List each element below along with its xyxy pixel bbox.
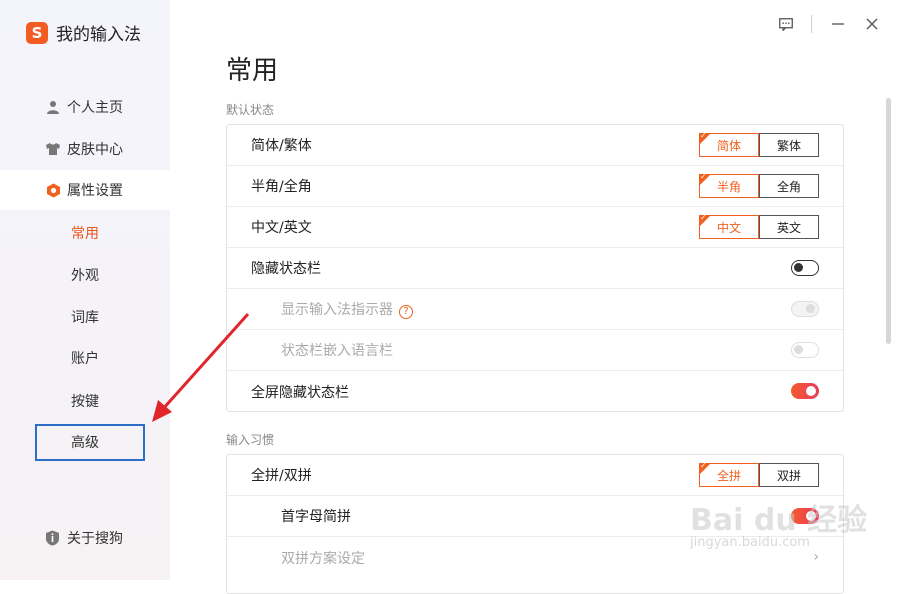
segment-option-chinese[interactable]: 中文 [699,213,759,239]
setting-row: 隐藏状态栏 [227,248,843,289]
chevron-right-icon: › [813,549,819,565]
sidebar-item-skins[interactable]: 皮肤中心 [0,129,170,169]
setting-row: 全屏隐藏状态栏 [227,371,843,412]
divider [811,15,812,33]
sidebar-subitem-common[interactable]: 常用 [0,215,170,251]
indicator-toggle[interactable] [791,301,819,317]
hide-statusbar-toggle[interactable] [791,260,819,276]
about-label: 关于搜狗 [67,531,123,547]
setting-label: 显示输入法指示器? [281,299,413,319]
setting-row: 中文/英文 中文 英文 [227,207,843,248]
toggle-knob [806,386,816,396]
scrollbar[interactable] [886,98,891,344]
toggle-knob [794,263,803,272]
segment-option-simplified[interactable]: 简体 [699,131,759,157]
setting-label: 半角/全角 [251,179,312,195]
fullscreen-hide-toggle[interactable] [791,383,819,399]
sidebar-item-label: 个人主页 [67,100,123,116]
watermark-url: jingyan.baidu.com [690,535,810,550]
toggle-knob [794,345,803,354]
setting-label: 首字母简拼 [281,509,351,525]
watermark: Bai du 经验 [690,503,868,538]
close-icon[interactable] [862,14,882,34]
setting-label: 状态栏嵌入语言栏 [281,343,393,359]
app-title: 我的输入法 [56,25,141,45]
sidebar-item-label: 皮肤中心 [67,142,123,158]
segment-option-halfwidth[interactable]: 半角 [699,172,759,198]
sidebar-item-profile[interactable]: 个人主页 [0,87,170,127]
setting-row: 全拼/双拼 全拼 双拼 [227,455,843,496]
segment-option-english[interactable]: 英文 [759,215,819,239]
setting-label-text: 显示输入法指示器 [281,302,393,318]
setting-row: 显示输入法指示器? [227,289,843,330]
section-label-default-state: 默认状态 [226,103,275,117]
minimize-icon[interactable] [828,14,848,34]
setting-label: 全拼/双拼 [251,468,312,484]
sidebar-item-settings[interactable]: 属性设置 [0,170,170,210]
segment-option-fullwidth[interactable]: 全角 [759,174,819,198]
setting-row: 状态栏嵌入语言栏 [227,330,843,371]
feedback-icon[interactable] [776,14,796,34]
section-label-input-habits: 输入习惯 [226,433,275,447]
help-icon[interactable]: ? [399,304,413,319]
page-title: 常用 [226,56,279,86]
segment-option-traditional[interactable]: 繁体 [759,133,819,157]
shirt-icon [45,141,61,157]
default-state-card: 简体/繁体 简体 繁体 半角/全角 半角 全角 中文/英文 中文 英文 隐藏状态… [226,124,844,412]
highlight-box [35,424,145,461]
segmented-control: 中文 英文 [699,213,819,239]
about-link[interactable]: 关于搜狗 [45,528,123,548]
segment-option-double-pinyin[interactable]: 双拼 [759,463,819,487]
segmented-control: 简体 繁体 [699,131,819,157]
segmented-control: 全拼 双拼 [699,461,819,487]
segment-option-full-pinyin[interactable]: 全拼 [699,461,759,487]
sogou-logo-icon: S [26,21,48,44]
toggle-knob [806,304,815,313]
setting-label: 全屏隐藏状态栏 [251,384,349,401]
embed-langbar-toggle[interactable] [791,342,819,358]
annotation-arrow [152,312,250,422]
setting-row: 半角/全角 半角 全角 [227,166,843,207]
person-icon [45,99,61,115]
setting-label: 中文/英文 [251,220,312,236]
setting-label: 简体/繁体 [251,138,312,154]
setting-label: 隐藏状态栏 [251,261,321,277]
app-logo: S 我的输入法 [26,20,141,45]
hexagon-settings-icon [45,182,61,198]
info-shield-icon [45,530,61,546]
sidebar-item-label: 属性设置 [67,183,123,199]
setting-row: 简体/繁体 简体 繁体 [227,125,843,166]
sidebar-subitem-appearance[interactable]: 外观 [0,257,170,293]
setting-label: 双拼方案设定 [281,550,365,567]
sidebar: S 我的输入法 个人主页 皮肤中心 属性设置 常用 外观 词库 账户 按键 高级… [0,0,170,580]
segmented-control: 半角 全角 [699,172,819,198]
